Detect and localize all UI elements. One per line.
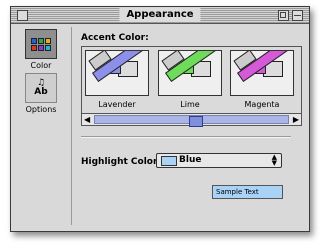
theme-label: Lavender (98, 100, 136, 109)
scroll-left-icon[interactable]: ◀ (84, 115, 90, 124)
highlight-value: Blue (179, 155, 202, 165)
windowshade-box[interactable] (292, 10, 303, 21)
accent-color-label: Accent Color: (81, 33, 149, 43)
title-bar[interactable]: Appearance (11, 7, 309, 24)
highlight-color-label: Highlight Color: (81, 157, 162, 167)
sidebar-item-label: Options (25, 105, 57, 114)
popup-arrows-icon: ▲ ▼ (271, 153, 277, 167)
highlight-color-popup[interactable]: Blue ▲ ▼ (156, 153, 282, 168)
options-icon: ♫ Ab (25, 73, 57, 103)
horizontal-scrollbar[interactable]: ◀ ▶ (82, 113, 301, 127)
appearance-window: Appearance Color ♫ Ab Options Accent Colo… (10, 6, 310, 232)
divider (81, 136, 291, 138)
scroll-thumb[interactable] (189, 116, 203, 127)
scroll-right-icon[interactable]: ▶ (293, 115, 299, 124)
accent-theme-list: Lavender Lime Magenta ◀ ▶ (81, 46, 302, 127)
theme-label: Lime (180, 100, 200, 109)
theme-preview (230, 50, 294, 96)
sidebar-item-color[interactable]: Color (17, 29, 65, 70)
window-title: Appearance (119, 8, 201, 22)
zoom-box[interactable] (278, 10, 289, 21)
sidebar-item-options[interactable]: ♫ Ab Options (17, 73, 65, 114)
theme-lime[interactable]: Lime (158, 50, 222, 109)
color-grid-icon (25, 29, 57, 59)
sidebar: Color ♫ Ab Options (17, 29, 65, 225)
scroll-track[interactable] (94, 115, 289, 127)
theme-preview (158, 50, 222, 96)
sidebar-item-label: Color (30, 61, 52, 70)
theme-preview (85, 50, 149, 96)
sample-text: Sample Text (212, 185, 283, 199)
content-panel: Accent Color: Lavender Lime Magenta ◀ ▶ … (71, 27, 303, 225)
theme-magenta[interactable]: Magenta (230, 50, 294, 109)
theme-label: Magenta (244, 100, 280, 109)
close-box[interactable] (17, 10, 28, 21)
highlight-swatch (161, 156, 177, 166)
theme-lavender[interactable]: Lavender (85, 50, 149, 109)
